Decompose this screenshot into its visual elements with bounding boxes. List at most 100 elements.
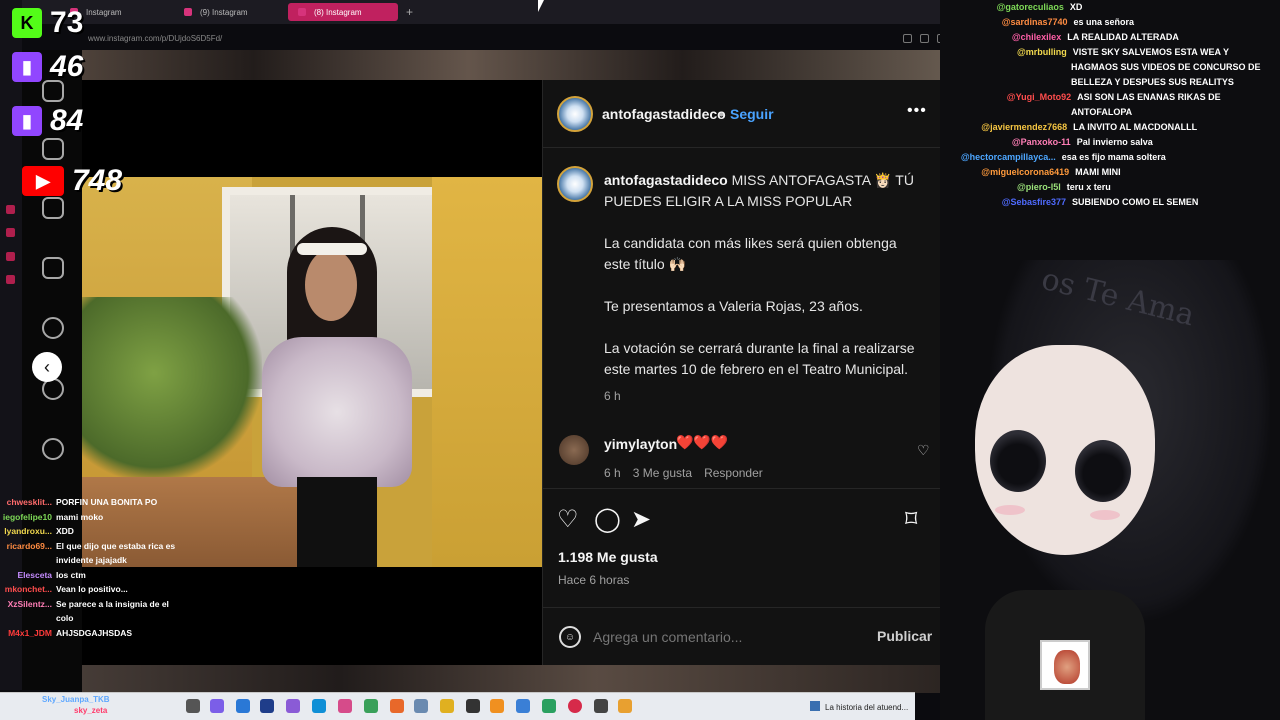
- chat-username[interactable]: @Panxoko-11: [1012, 137, 1071, 147]
- chat-username[interactable]: @sardinas7740: [1002, 17, 1068, 27]
- opera-icon[interactable]: [568, 699, 582, 713]
- save-icon[interactable]: ⌑: [905, 505, 917, 534]
- new-tab-button[interactable]: +: [406, 5, 413, 19]
- chat-username[interactable]: @Sebasfire377: [1002, 197, 1066, 207]
- tab-instagram-3[interactable]: (8) Instagram: [288, 3, 398, 21]
- comment-icon[interactable]: ◯: [594, 505, 621, 534]
- account-name[interactable]: antofagastadideco: [602, 106, 726, 122]
- chat-username[interactable]: iegofelipe10: [0, 510, 52, 524]
- commenter-avatar[interactable]: [559, 435, 589, 465]
- caption-timestamp[interactable]: 6 h: [604, 389, 621, 403]
- copilot-icon[interactable]: [210, 699, 224, 713]
- app-icon[interactable]: [490, 699, 504, 713]
- youtube-icon: ▶: [22, 166, 64, 196]
- chat-text: SUBIENDO COMO EL SEMEN: [1072, 197, 1199, 207]
- chat-username[interactable]: M4x1_JDM: [0, 626, 52, 640]
- chat-username[interactable]: @hectorcampillayca...: [961, 152, 1056, 162]
- reels-icon[interactable]: [42, 197, 64, 219]
- messages-icon[interactable]: [42, 257, 64, 279]
- chat-text: BELLEZA Y DESPUES SUS REALITYS: [1071, 77, 1234, 87]
- share-icon[interactable]: ➤: [631, 505, 651, 534]
- chat-username[interactable]: @gatoreculiaos: [997, 2, 1064, 12]
- chat-text: Pal invierno salva: [1076, 137, 1153, 147]
- app-icon[interactable]: [338, 699, 352, 713]
- more-options-icon[interactable]: •••: [907, 102, 927, 120]
- chat-username[interactable]: @mrbulling: [1017, 47, 1067, 57]
- post-header: antofagastadideco • Seguir •••: [543, 80, 940, 148]
- caption-paragraph: Te presentamos a Valeria Rojas, 23 años.: [604, 298, 863, 314]
- vscode-icon[interactable]: [260, 699, 274, 713]
- chat-username[interactable]: @piero-l5l: [1017, 182, 1061, 192]
- app-icon[interactable]: [618, 699, 632, 713]
- background-feed-bottom: [82, 665, 940, 693]
- comment-meta: 6 h 3 Me gusta Responder: [604, 466, 763, 480]
- caption-paragraph: La candidata con más likes será quien ob…: [604, 235, 897, 272]
- caption-username[interactable]: antofagastadideco: [604, 172, 728, 188]
- chat-text: VISTE SKY SALVEMOS ESTA WEA Y: [1072, 47, 1229, 57]
- firefox-icon[interactable]: [390, 699, 404, 713]
- chat-text: es una señora: [1073, 17, 1135, 27]
- chat-username[interactable]: XzSilentz...: [0, 597, 52, 611]
- app-icon[interactable]: [6, 228, 15, 237]
- chat-username[interactable]: @javiermendez7668: [981, 122, 1067, 132]
- chat-message: @Yugi_Moto92 ASI SON LAS ENANAS RIKAS DE: [1007, 90, 1221, 105]
- avatar-eye: [1075, 440, 1131, 502]
- chat-username[interactable]: ricardo69...: [0, 539, 52, 553]
- chat-username[interactable]: @chilexilex: [1012, 32, 1061, 42]
- chat-username[interactable]: @Yugi_Moto92: [1007, 92, 1071, 102]
- twitch-icon: ▮: [12, 52, 42, 82]
- obs-icon[interactable]: [466, 699, 480, 713]
- comment-input[interactable]: [593, 626, 843, 648]
- emoji-icon[interactable]: ☺: [559, 626, 581, 648]
- app-icon[interactable]: [6, 275, 15, 284]
- edge-icon[interactable]: [236, 699, 250, 713]
- home-icon[interactable]: [42, 138, 64, 160]
- separator: •: [719, 106, 724, 122]
- extension-icon[interactable]: [903, 33, 912, 43]
- chat-text: teru x teru: [1066, 182, 1111, 192]
- url-text[interactable]: www.instagram.com/p/DUjdoS6D5Fd/: [88, 34, 222, 43]
- comment-like-icon[interactable]: ♡: [917, 442, 930, 459]
- like-icon[interactable]: ♡: [557, 505, 579, 534]
- comment-likes[interactable]: 3 Me gusta: [633, 466, 692, 480]
- chat-message: colo: [0, 611, 73, 625]
- app-icon[interactable]: [414, 699, 428, 713]
- tab-instagram-2[interactable]: (9) Instagram: [174, 3, 284, 21]
- chrome-icon[interactable]: [440, 699, 454, 713]
- reply-button[interactable]: Responder: [704, 466, 763, 480]
- caption-avatar[interactable]: [557, 166, 593, 202]
- youtube-viewers: 748: [72, 164, 123, 197]
- app-icon[interactable]: [594, 699, 608, 713]
- app-icon[interactable]: [286, 699, 300, 713]
- chat-username[interactable]: Elesceta: [0, 568, 53, 582]
- app-icon[interactable]: [542, 699, 556, 713]
- chat-username[interactable]: mkonchet...: [0, 582, 52, 596]
- chat-username[interactable]: lyandroxu...: [0, 524, 52, 538]
- previous-post-button[interactable]: ‹: [32, 352, 62, 382]
- post-actions: ♡ ◯ ➤ ⌑ 1.198 Me gusta Hace 6 horas: [543, 488, 940, 608]
- chat-text: XDD: [56, 526, 74, 536]
- likes-count[interactable]: 1.198 Me gusta: [558, 549, 658, 565]
- chat-message: @mrbulling VISTE SKY SALVEMOS ESTA WEA Y: [1017, 45, 1229, 60]
- instagram-icon: [184, 8, 192, 16]
- app-icon[interactable]: [6, 205, 15, 214]
- task-view-icon[interactable]: [186, 699, 200, 713]
- notifications-icon[interactable]: [42, 438, 64, 460]
- edge-browser-icon[interactable]: [312, 699, 326, 713]
- chat-message: @javiermendez7668 LA INVITO AL MACDONALLL: [981, 120, 1197, 135]
- app-icon[interactable]: [364, 699, 378, 713]
- follow-button[interactable]: Seguir: [730, 106, 774, 122]
- address-bar[interactable]: www.instagram.com/p/DUjdoS6D5Fd/: [60, 28, 980, 48]
- search-icon[interactable]: [42, 317, 64, 339]
- publish-button[interactable]: Publicar: [877, 628, 932, 644]
- app-icon[interactable]: [6, 252, 15, 261]
- app-icon[interactable]: [516, 699, 530, 713]
- download-icon[interactable]: [920, 33, 929, 43]
- background-feed: [82, 50, 940, 80]
- avatar[interactable]: [557, 96, 593, 132]
- running-window-label[interactable]: La historia del atuend...: [825, 703, 908, 712]
- chat-username[interactable]: @miguelcorona6419: [981, 167, 1069, 177]
- comment-username[interactable]: yimylayton: [604, 436, 677, 452]
- running-window-icon[interactable]: [810, 701, 820, 711]
- chat-username[interactable]: chwesklit...: [0, 495, 52, 509]
